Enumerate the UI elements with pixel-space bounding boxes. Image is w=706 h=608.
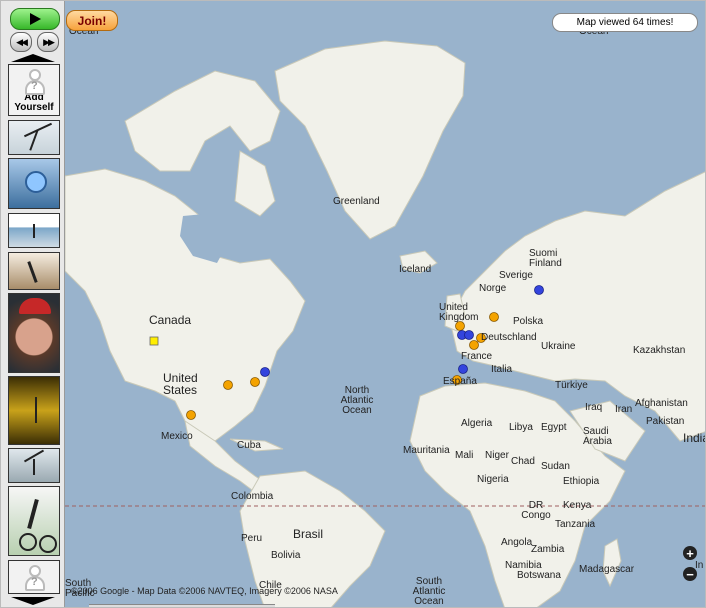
map-marker-orange [489,312,499,322]
map-copyright: ©2006 Google - Map Data ©2006 NAVTEQ, Im… [71,586,338,596]
next-button[interactable]: ▶▶ [37,32,59,52]
label-greenland: Greenland [333,196,380,207]
label-zambia: Zambia [531,544,565,555]
person-placeholder-icon: ? [25,69,45,95]
label-espana: España [443,376,477,387]
label-canada: Canada [149,313,192,327]
play-button[interactable] [10,8,60,30]
label-angola: Angola [501,537,533,548]
label-saudi-arabia: Saudi Arabia [583,426,612,447]
fast-forward-icon: ▶▶ [43,36,55,47]
label-mali: Mali [455,450,474,461]
map-landmass [65,40,705,607]
previous-button[interactable]: ◀◀ [10,32,32,52]
label-pakistan: Pakistan [646,416,685,427]
scroll-up-arrow[interactable] [11,54,55,62]
join-button[interactable]: Join! [66,10,118,31]
label-deutschland: Deutschland [481,332,537,343]
view-counter: Map viewed 64 times! [552,13,698,32]
label-madagascar: Madagascar [579,564,635,575]
horizontal-scrollbar[interactable] [89,604,275,607]
label-polska: Polska [513,316,544,327]
map-marker-blue [534,285,544,295]
label-sverige: Sverige [499,270,533,281]
label-afghanistan: Afghanistan [635,398,688,409]
label-north-atlantic: North Atlantic Ocean [340,385,374,416]
label-norge: Norge [479,283,507,294]
label-tanzania: Tanzania [555,519,596,530]
label-niger: Niger [485,450,509,461]
member-photo-thumbnail[interactable] [8,448,60,483]
member-photo-thumbnail[interactable] [8,120,60,155]
map-marker-yellow [149,336,159,346]
label-united-states: United States [163,371,198,397]
label-france: France [461,351,493,362]
map-widget: Ocean Ocean Greenland Iceland Canada Uni… [0,0,706,608]
label-nigeria: Nigeria [477,474,509,485]
map-marker-orange [469,340,479,350]
label-bolivia: Bolivia [271,550,301,561]
member-photo-thumbnail[interactable] [8,486,60,556]
map-marker-blue [260,367,270,377]
label-libya: Libya [509,422,533,433]
member-photo-thumbnail[interactable] [8,158,60,209]
label-dr-congo: DR Congo [521,500,551,521]
label-edge-right: In [695,560,704,571]
label-iran: Iran [615,404,633,415]
photo-sidebar: ◀◀ ▶▶ ? Add Yourself ? [1,1,65,607]
label-colombia: Colombia [231,491,274,502]
member-photo-thumbnail[interactable] [8,293,60,373]
label-algeria: Algeria [461,418,493,429]
zoom-out-button[interactable]: − [683,567,697,582]
label-cuba: Cuba [237,440,261,451]
label-peru: Peru [241,533,263,544]
add-yourself-button[interactable]: ? Add Yourself [8,64,60,116]
label-turkiye: Türkiye [555,380,588,391]
person-placeholder-icon: ? [25,565,45,591]
member-photo-thumbnail[interactable] [8,376,60,445]
play-icon [29,13,41,25]
world-map[interactable]: Ocean Ocean Greenland Iceland Canada Uni… [65,1,705,607]
label-mauritania: Mauritania [403,445,450,456]
member-photo-placeholder[interactable]: ? [8,560,60,594]
label-south-atlantic: South Atlantic Ocean [412,576,446,607]
label-mexico: Mexico [161,431,193,442]
map-marker-blue [458,364,468,374]
map-marker-orange [223,380,233,390]
label-ethiopia: Ethiopia [563,476,600,487]
label-kazakhstan: Kazakhstan [633,345,686,356]
label-iceland: Iceland [399,264,432,275]
label-iraq: Iraq [585,402,603,413]
label-sudan: Sudan [541,461,570,472]
scroll-down-arrow[interactable] [11,597,55,605]
label-botswana: Botswana [517,570,561,581]
label-ukraine: Ukraine [541,341,576,352]
label-finland: Suomi Finland [529,248,562,269]
label-italia: Italia [491,364,513,375]
label-brasil: Brasil [293,527,324,541]
label-india: India [683,431,705,445]
map-marker-orange [186,410,196,420]
label-egypt: Egypt [541,422,567,433]
add-yourself-label: Add Yourself [14,92,54,113]
label-kenya: Kenya [563,500,592,511]
member-photo-thumbnail[interactable] [8,252,60,290]
label-united-kingdom: United Kingdom [439,302,479,323]
zoom-in-button[interactable]: + [683,546,697,561]
rewind-icon: ◀◀ [16,36,28,47]
map-marker-blue [464,330,474,340]
member-photo-thumbnail[interactable] [8,213,60,248]
label-chad: Chad [511,456,535,467]
map-marker-orange [250,377,260,387]
